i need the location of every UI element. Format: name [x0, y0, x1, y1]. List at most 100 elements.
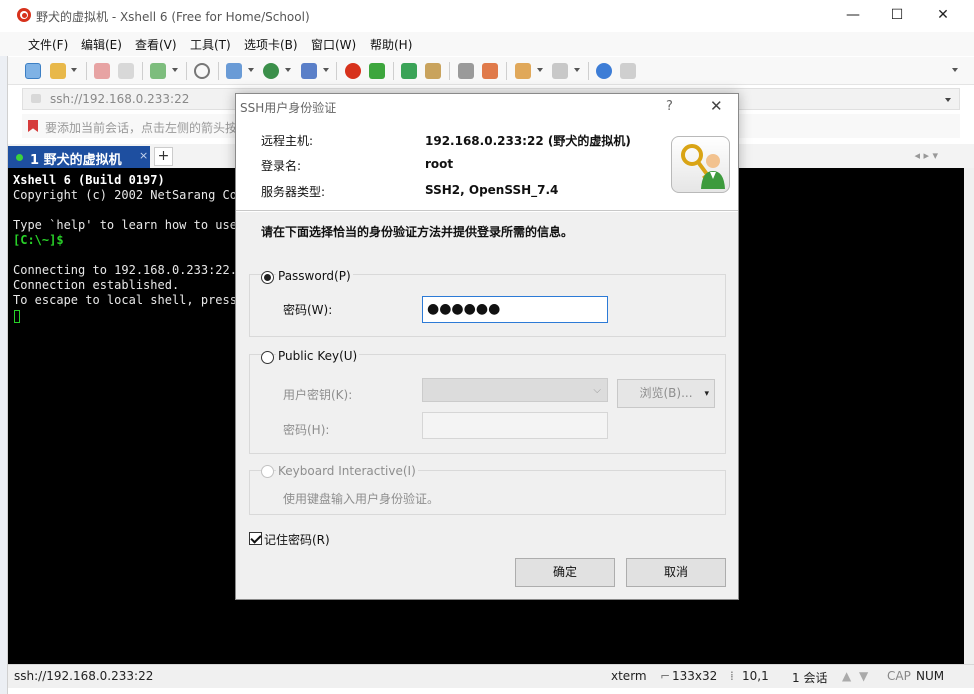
- toolbar-separator: [142, 62, 143, 80]
- password-input[interactable]: ●●●●●●: [422, 296, 608, 323]
- tile-icon[interactable]: [552, 63, 568, 79]
- remember-password-label[interactable]: 记住密码(R): [264, 531, 330, 548]
- new-session-icon[interactable]: [25, 63, 41, 79]
- disconnect-icon[interactable]: [118, 63, 134, 79]
- toolbar-separator: [588, 62, 589, 80]
- dialog-help-button[interactable]: ?: [666, 99, 673, 114]
- search-icon[interactable]: [194, 63, 210, 79]
- bookmark-icon[interactable]: [28, 120, 38, 132]
- browse-button-label: 浏览(B)...: [639, 386, 693, 400]
- title-bar: 野犬的虚拟机 - Xshell 6 (Free for Home/School)…: [0, 0, 974, 32]
- terminal-line: Connecting to 192.168.0.233:22..: [13, 263, 245, 277]
- toolbar-separator: [186, 62, 187, 80]
- chevron-down-icon: ▾: [704, 389, 709, 399]
- chevron-down-icon[interactable]: [952, 68, 958, 72]
- terminal-scrollbar[interactable]: [964, 168, 974, 664]
- new-folder-icon[interactable]: [515, 63, 531, 79]
- connect-icon[interactable]: [94, 63, 110, 79]
- status-bar: ssh://192.168.0.233:22 xterm ⌐ 133x32 ⁞ …: [8, 664, 974, 688]
- chevron-down-icon[interactable]: [248, 68, 254, 72]
- chevron-down-icon[interactable]: [71, 68, 77, 72]
- xshell-icon[interactable]: [345, 63, 361, 79]
- chevron-down-icon[interactable]: [945, 98, 951, 102]
- open-folder-icon[interactable]: [50, 63, 66, 79]
- chat-icon[interactable]: [620, 63, 636, 79]
- fullscreen-icon[interactable]: [401, 63, 417, 79]
- toolbar-separator: [393, 62, 394, 80]
- password-radio-label[interactable]: Password(P): [276, 269, 353, 283]
- address-input[interactable]: ssh://192.168.0.233:22: [50, 92, 189, 106]
- password-radio[interactable]: [261, 271, 274, 284]
- properties-icon[interactable]: [150, 63, 166, 79]
- ssh-auth-dialog: SSH用户身份验证 ? ✕ 远程主机: 192.168.0.233:22 (野犬…: [235, 93, 739, 600]
- keyboard-icon[interactable]: [458, 63, 474, 79]
- ok-button[interactable]: 确定: [515, 558, 615, 587]
- terminal-line: Type `help' to learn how to use: [13, 218, 237, 232]
- help-icon[interactable]: [596, 63, 612, 79]
- remember-password-checkbox[interactable]: [249, 532, 262, 545]
- lock-icon: [31, 94, 41, 103]
- chevron-down-icon[interactable]: [574, 68, 580, 72]
- keyboard-interactive-radio[interactable]: [261, 465, 274, 478]
- globe-icon[interactable]: [263, 63, 279, 79]
- xftp-icon[interactable]: [369, 63, 385, 79]
- menu-window[interactable]: 窗口(W): [311, 36, 356, 53]
- dialog-close-button[interactable]: ✕: [710, 97, 723, 115]
- terminal-line: Connection established.: [13, 278, 180, 292]
- connected-status-icon: [16, 154, 23, 161]
- browse-button[interactable]: 浏览(B)... ▾: [617, 379, 715, 408]
- login-name-label: 登录名:: [261, 159, 302, 173]
- dialog-title: SSH用户身份验证: [240, 101, 337, 115]
- arrow-up-icon[interactable]: ▲: [842, 669, 851, 683]
- cancel-button[interactable]: 取消: [626, 558, 726, 587]
- passphrase-input[interactable]: [422, 412, 608, 439]
- add-tab-button[interactable]: +: [154, 147, 173, 166]
- menu-help[interactable]: 帮助(H): [370, 36, 412, 53]
- chevron-down-icon[interactable]: [285, 68, 291, 72]
- menu-tools[interactable]: 工具(T): [190, 36, 231, 53]
- chevron-down-icon[interactable]: [323, 68, 329, 72]
- toolbar: [8, 57, 974, 85]
- chevron-down-icon[interactable]: [537, 68, 543, 72]
- menu-bar: 文件(F) 编辑(E) 查看(V) 工具(T) 选项卡(B) 窗口(W) 帮助(…: [0, 32, 974, 56]
- toolbar-separator: [449, 62, 450, 80]
- xshell-logo-icon: [17, 8, 31, 22]
- size-icon: ⌐: [660, 669, 671, 683]
- status-caps-lock: CAP: [887, 669, 911, 683]
- close-tab-icon[interactable]: ×: [139, 149, 148, 162]
- public-key-radio-label[interactable]: Public Key(U): [276, 349, 360, 363]
- chevron-down-icon[interactable]: [172, 68, 178, 72]
- keyboard-interactive-radio-label[interactable]: Keyboard Interactive(I): [276, 464, 418, 478]
- highlight-icon[interactable]: [482, 63, 498, 79]
- login-name-value: root: [425, 157, 454, 171]
- tab-session[interactable]: 1 野犬的虚拟机 ×: [8, 146, 150, 168]
- toolbar-separator: [86, 62, 87, 80]
- status-terminal-type: xterm: [611, 669, 647, 683]
- font-icon[interactable]: [301, 63, 317, 79]
- password-field-label: 密码(W):: [283, 303, 333, 317]
- tab-navigation[interactable]: ◂ ▸ ▾: [914, 149, 938, 162]
- arrow-down-icon[interactable]: ▼: [859, 669, 868, 683]
- public-key-radio[interactable]: [261, 351, 274, 364]
- instruction-text: 请在下面选择恰当的身份验证方法并提供登录所需的信息。: [261, 225, 574, 239]
- menu-edit[interactable]: 编辑(E): [81, 36, 122, 53]
- menu-file[interactable]: 文件(F): [28, 36, 68, 53]
- keyboard-interactive-hint: 使用键盘输入用户身份验证。: [283, 492, 440, 506]
- remote-host-value: 192.168.0.233:22 (野犬的虚拟机): [425, 134, 631, 148]
- toolbar-separator: [336, 62, 337, 80]
- lock-icon[interactable]: [425, 63, 441, 79]
- menu-view[interactable]: 查看(V): [135, 36, 177, 53]
- maximize-button[interactable]: ☐: [874, 0, 920, 32]
- menu-tab[interactable]: 选项卡(B): [244, 36, 298, 53]
- connection-info-panel: 远程主机: 192.168.0.233:22 (野犬的虚拟机) 登录名: roo…: [236, 122, 738, 211]
- minimize-button[interactable]: —: [830, 0, 876, 32]
- server-type-label: 服务器类型:: [261, 185, 326, 199]
- user-key-label: 用户密钥(K):: [283, 388, 353, 402]
- terminal-line: Copyright (c) 2002 NetSarang Com: [13, 188, 245, 202]
- terminal-line: Xshell 6 (Build 0197): [13, 173, 165, 187]
- remote-host-label: 远程主机:: [261, 134, 314, 148]
- terminal-prompt: [C:\~]$: [13, 233, 64, 247]
- close-button[interactable]: ✕: [920, 0, 966, 32]
- user-key-select[interactable]: ⌵: [422, 378, 608, 402]
- layout-icon[interactable]: [226, 63, 242, 79]
